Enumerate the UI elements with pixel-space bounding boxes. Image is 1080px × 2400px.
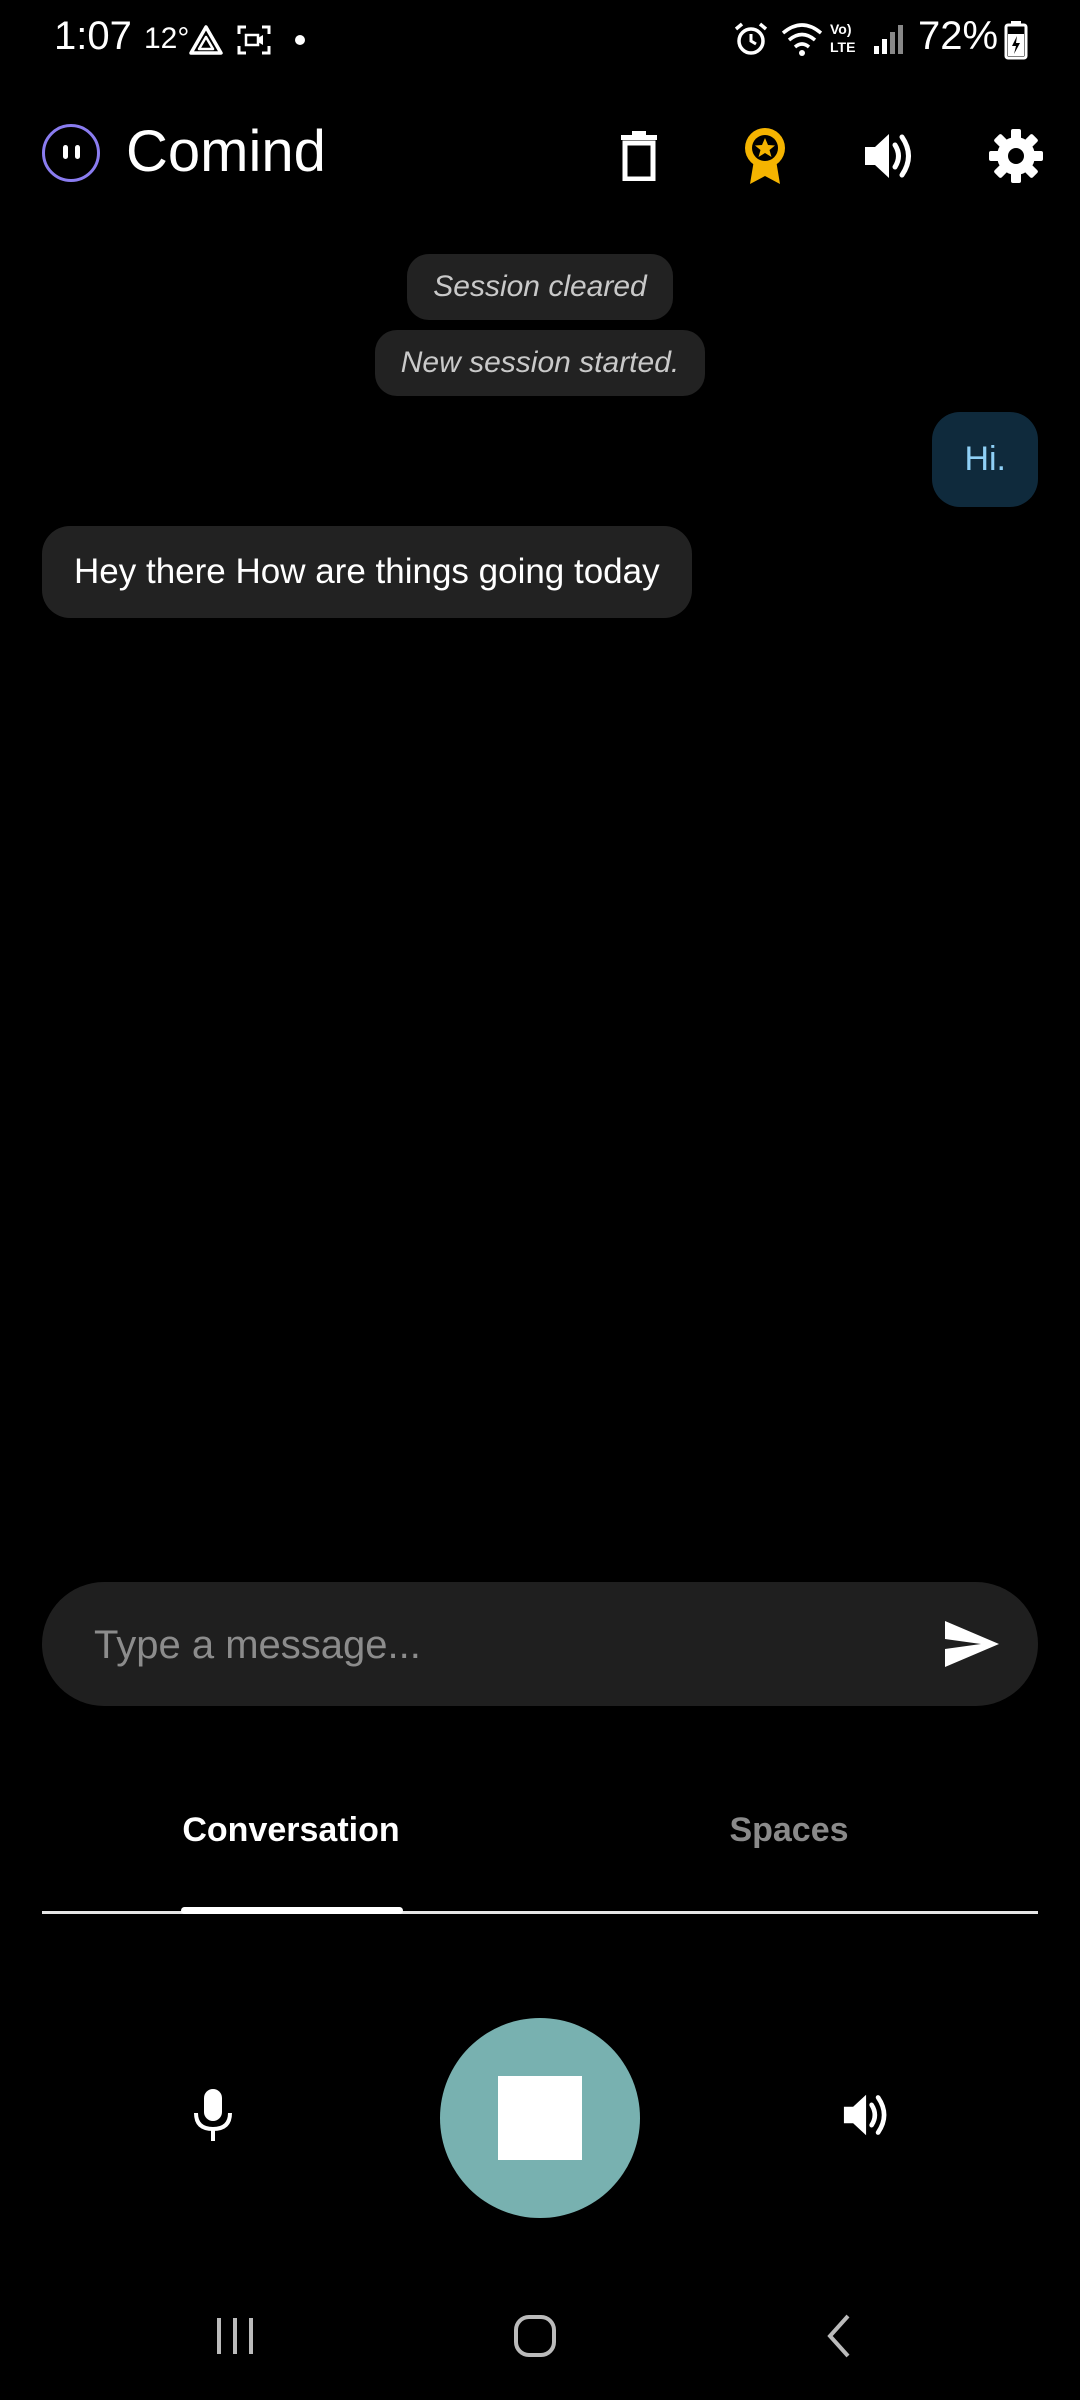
voice-output-button[interactable] [852, 118, 928, 194]
achievements-button[interactable] [727, 118, 803, 194]
volume-icon [843, 2094, 887, 2136]
status-time: 1:07 [54, 14, 132, 58]
stop-icon [498, 2076, 582, 2160]
svg-text:LTE: LTE [830, 39, 855, 55]
system-message-text: Session cleared [407, 254, 673, 320]
settings-icon [989, 129, 1043, 183]
tab-active-indicator [181, 1907, 403, 1914]
speaker-button[interactable] [822, 2080, 912, 2150]
system-message-session-cleared: Session cleared [0, 254, 1080, 320]
app-logo [42, 124, 100, 182]
home-icon [514, 2315, 556, 2357]
assistant-message-bubble: Hey there How are things going today [42, 526, 692, 618]
award-icon [745, 128, 785, 184]
nav-back-button[interactable] [794, 2300, 884, 2372]
microphone-button[interactable] [168, 2080, 258, 2150]
message-input[interactable] [92, 1606, 926, 1684]
battery-percentage: 72% [918, 14, 999, 58]
status-bar: 1:07 12° Vo) LTE 72% [0, 0, 1080, 80]
settings-button[interactable] [978, 118, 1054, 194]
message-composer [42, 1582, 1038, 1706]
system-message-session-started: New session started. [0, 330, 1080, 396]
volte-icon: Vo) LTE [830, 21, 855, 55]
recents-icon [217, 2318, 253, 2354]
send-icon [945, 1621, 999, 1667]
stop-recording-button[interactable] [440, 2018, 640, 2218]
wifi-icon [781, 23, 823, 56]
tab-bar: Conversation Spaces [42, 1780, 1038, 1916]
drive-icon [189, 25, 223, 55]
tab-spaces[interactable]: Spaces [540, 1780, 1038, 1880]
screen-record-icon [237, 25, 271, 55]
clear-session-button[interactable] [601, 118, 677, 194]
send-button[interactable] [936, 1608, 1008, 1680]
status-temperature: 12° [144, 22, 190, 55]
user-message-bubble: Hi. [932, 412, 1038, 507]
signal-icon [874, 25, 903, 54]
tab-conversation[interactable]: Conversation [42, 1780, 540, 1880]
notification-dot-icon [295, 35, 305, 45]
system-message-text: New session started. [374, 330, 706, 396]
volume-icon [865, 134, 911, 178]
app-title: Comind [126, 119, 326, 184]
svg-text:Vo): Vo) [830, 21, 852, 37]
battery-icon [1004, 21, 1028, 60]
nav-recents-button[interactable] [190, 2300, 280, 2372]
delete-icon [621, 131, 657, 181]
microphone-icon [194, 2089, 232, 2141]
alarm-icon [734, 22, 768, 55]
nav-home-button[interactable] [490, 2300, 580, 2372]
back-icon [827, 2314, 850, 2358]
